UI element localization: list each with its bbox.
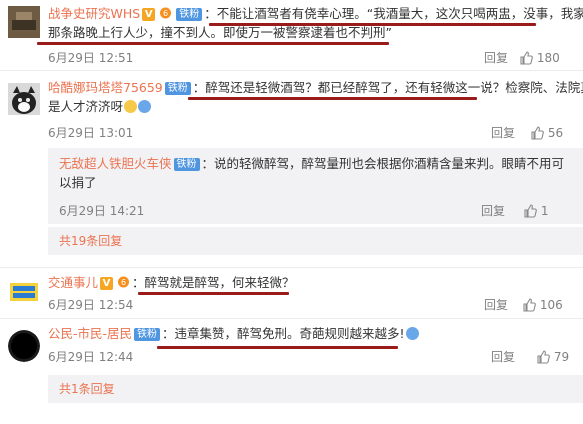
comment-item: 公民-市民-居民 铁粉 ：违章集赞，醉驾免刑。奇葩规则越来越多! 6月29日 12:… (0, 319, 583, 424)
member-icon: 6 (118, 276, 130, 288)
like-count: 106 (539, 298, 563, 312)
emoji-icon (124, 100, 138, 113)
comment-text-cont: 那条路晚上行人少，撞不到人。即使万一被警察逮着也不判刑” (48, 25, 392, 40)
annotation-underline (37, 42, 389, 45)
member-icon: 6 (160, 7, 172, 19)
emoji-icon (405, 327, 419, 340)
username-link[interactable]: 公民-市民-居民 (48, 326, 132, 341)
annotation-underline (157, 346, 398, 349)
fan-badge: 铁粉 (173, 158, 200, 171)
username-link[interactable]: 交通事儿 (48, 275, 98, 290)
annotation-underline (209, 23, 536, 26)
sub-reply-box: 无敌超人铁胆火车侠 铁粉 ：说的轻微醉驾，醉驾量刑也会根据你酒精含量来判。眼睛不用可… (48, 148, 583, 224)
svg-text:6: 6 (163, 9, 168, 18)
comment-text: 公民-市民-居民 铁粉 ：违章集赞，醉驾免刑。奇葩规则越来越多! (48, 324, 419, 343)
like-button[interactable]: 56 (530, 125, 563, 141)
sub-reply-text: 无敌超人铁胆火车侠 铁粉 ：说的轻微醉驾，醉驾量刑也会根据你酒精含量来判。眼睛不用可 (59, 156, 565, 171)
comment-date: 6月29日 12:51 (48, 51, 134, 65)
like-button[interactable]: 1 (523, 203, 548, 219)
like-count: 56 (547, 126, 564, 140)
logo-avatar-icon (8, 275, 40, 307)
fan-badge: 铁粉 (176, 8, 203, 21)
avatar[interactable] (8, 6, 40, 38)
like-button[interactable]: 106 (522, 297, 563, 313)
like-count: 79 (553, 350, 570, 364)
comment-date: 6月29日 12:44 (48, 350, 134, 364)
avatar[interactable] (8, 83, 40, 115)
comment-date: 6月29日 12:54 (48, 298, 134, 312)
reply-button[interactable]: 回复 (491, 125, 515, 141)
fan-badge: 铁粉 (134, 328, 161, 341)
comment-text: 战争史研究WHS V 6 铁粉 ：不能让酒驾者有侥幸心理。“我酒量大，这次只喝两盅，没事… (48, 6, 583, 21)
username-link[interactable]: 哈酷娜玛塔塔75659 (48, 80, 163, 95)
avatar-image-icon (8, 6, 40, 38)
thumb-up-icon (524, 204, 537, 218)
reply-button[interactable]: 回复 (484, 297, 508, 313)
default-avatar-icon (8, 330, 40, 362)
more-replies-bar: 共19条回复 (48, 227, 583, 255)
like-count: 180 (536, 51, 560, 65)
verified-icon: V (142, 8, 156, 21)
verified-icon: V (100, 277, 114, 290)
thumb-up-icon (523, 298, 536, 312)
reply-button[interactable]: 回复 (484, 50, 508, 66)
thumb-up-icon (531, 126, 544, 140)
fan-badge: 铁粉 (164, 82, 191, 95)
more-replies-link[interactable]: 共19条回复 (59, 233, 122, 249)
svg-text:6: 6 (121, 278, 126, 287)
comment-date: 6月29日 14:21 (59, 204, 145, 218)
cat-avatar-icon (8, 83, 40, 115)
sub-reply-text-cont: 以捐了 (59, 175, 97, 190)
comment-text-cont: 是人才济济呀 (48, 97, 152, 116)
avatar[interactable] (8, 330, 40, 362)
emoji-icon (138, 100, 152, 113)
comment-item: 交通事儿 V 6 ：醉驾就是醉驾，何来轻微？ 6月29日 12:54 回复 106 (0, 268, 583, 317)
more-replies-link[interactable]: 共1条回复 (59, 381, 115, 397)
username-link[interactable]: 战争史研究WHS (48, 6, 140, 21)
like-button[interactable]: 180 (519, 50, 560, 66)
like-count: 1 (540, 204, 549, 218)
annotation-underline (138, 292, 289, 295)
comment-date: 6月29日 13:01 (48, 126, 134, 140)
avatar[interactable] (8, 275, 40, 307)
comment-text: 哈酷娜玛塔塔75659 铁粉 ：醉驾还是轻微酒驾？都已经醉驾了，还有轻微这一说？检察… (48, 80, 583, 95)
annotation-underline (188, 97, 477, 100)
comment-text: 交通事儿 V 6 ：醉驾就是醉驾，何来轻微？ (48, 275, 295, 290)
like-button[interactable]: 79 (536, 349, 569, 365)
more-replies-bar: 共1条回复 (48, 375, 583, 403)
comment-item: 战争史研究WHS V 6 铁粉 ：不能让酒驾者有侥幸心理。“我酒量大，这次只喝两盅，没事… (0, 0, 583, 70)
comment-item: 哈酷娜玛塔塔75659 铁粉 ：醉驾还是轻微酒驾？都已经醉驾了，还有轻微这一说？检察… (0, 71, 583, 267)
thumb-up-icon (537, 350, 550, 364)
reply-button[interactable]: 回复 (491, 349, 515, 365)
thumb-up-icon (520, 51, 533, 65)
reply-button[interactable]: 回复 (481, 203, 505, 219)
username-link[interactable]: 无敌超人铁胆火车侠 (59, 156, 172, 171)
